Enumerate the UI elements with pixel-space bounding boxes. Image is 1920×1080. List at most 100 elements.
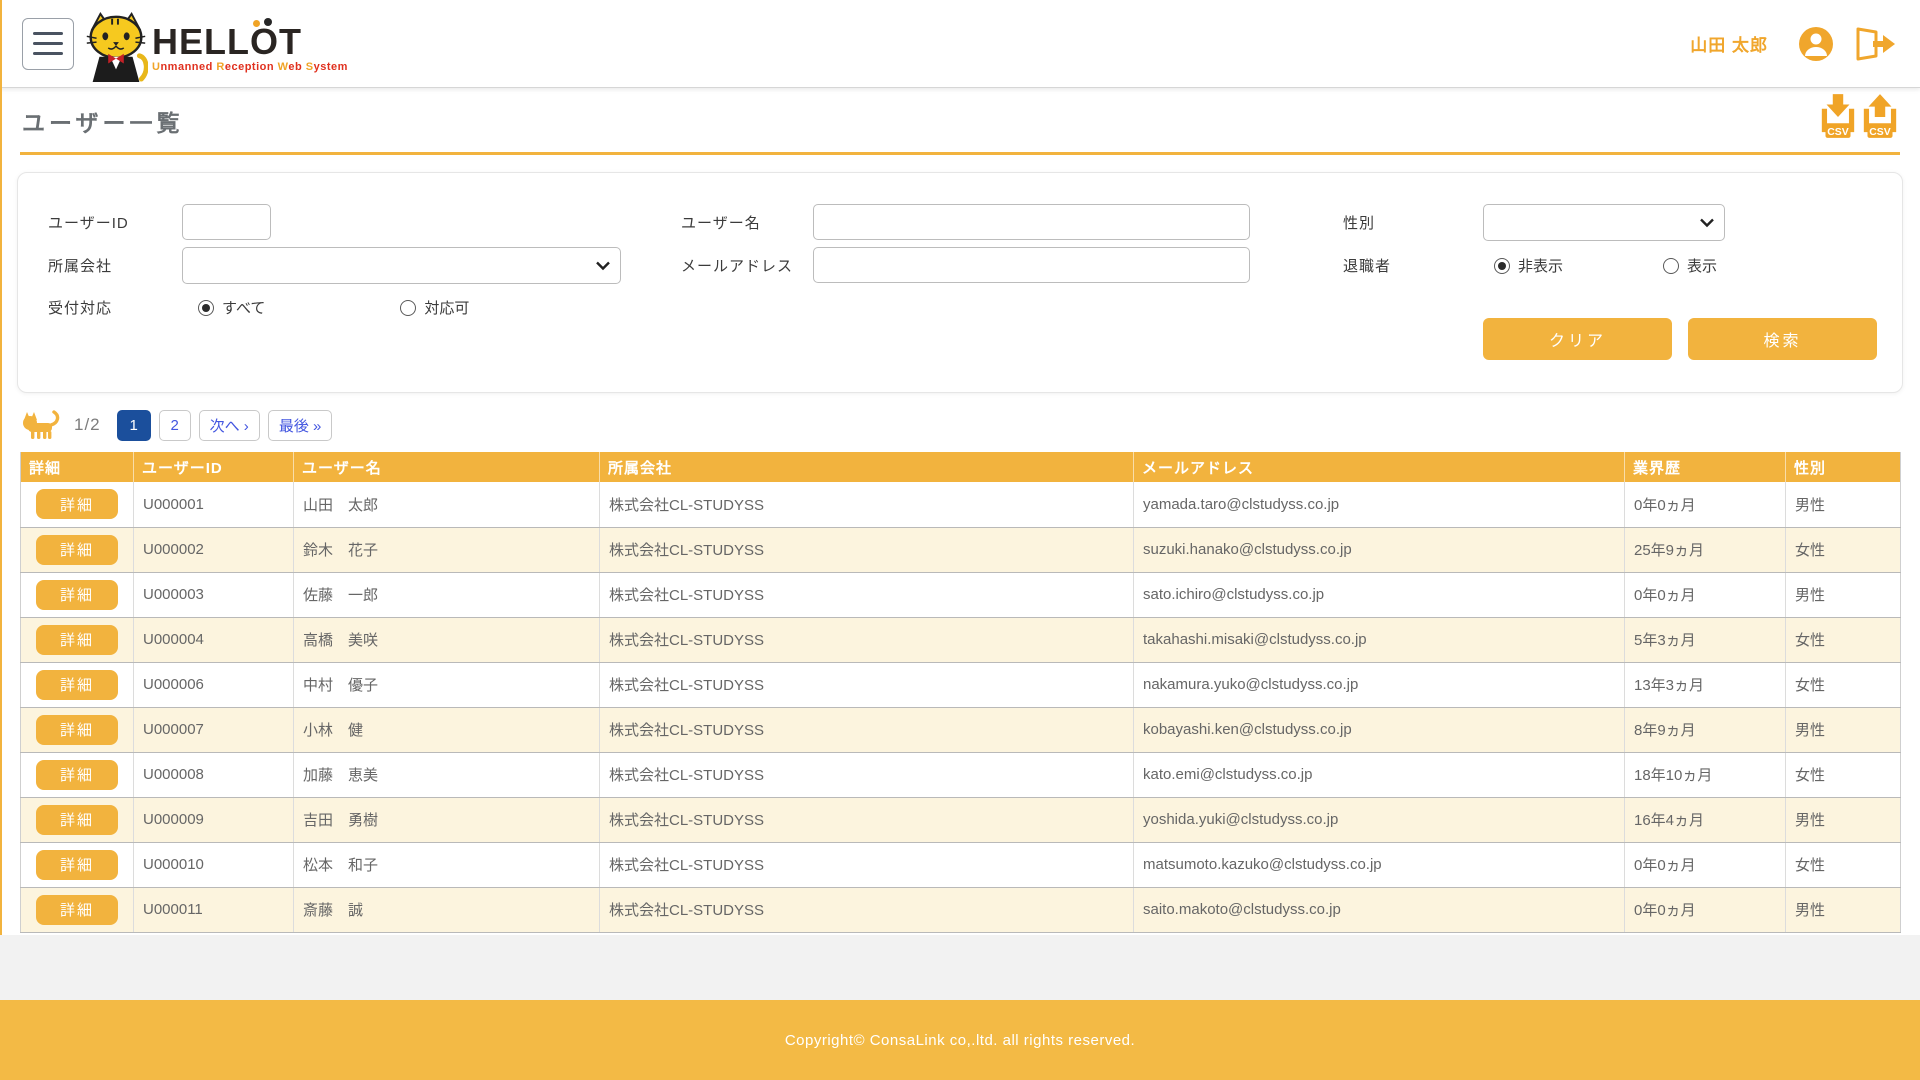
header-user-name: ユーザー名 xyxy=(294,452,600,482)
cell-user-id: U000011 xyxy=(134,887,294,932)
search-button[interactable]: 検索 xyxy=(1688,318,1877,360)
detail-button[interactable]: 詳細 xyxy=(36,895,118,925)
radio-icon xyxy=(1494,258,1510,274)
detail-button[interactable]: 詳細 xyxy=(36,580,118,610)
table-row: 詳細 U000002 鈴木 花子 株式会社CL-STUDYSS suzuki.h… xyxy=(21,527,1901,572)
cell-user-id: U000009 xyxy=(134,797,294,842)
cell-user-name: 加藤 恵美 xyxy=(294,752,600,797)
page-position: 1/2 xyxy=(74,415,101,435)
cat-icon xyxy=(20,410,62,440)
cell-experience: 25年9ヵ月 xyxy=(1625,527,1786,572)
cell-gender: 女性 xyxy=(1786,617,1901,662)
gender-select[interactable] xyxy=(1483,204,1725,241)
user-id-label: ユーザーID xyxy=(48,204,129,241)
cell-email: kato.emi@clstudyss.co.jp xyxy=(1134,752,1625,797)
cell-user-name: 佐藤 一郎 xyxy=(294,572,600,617)
reception-radio-available[interactable]: 対応可 xyxy=(400,297,469,318)
header-user-id: ユーザーID xyxy=(134,452,294,482)
retired-radio-hide[interactable]: 非表示 xyxy=(1494,255,1563,276)
cell-email: yamada.taro@clstudyss.co.jp xyxy=(1134,482,1625,527)
csv-upload-icon[interactable]: CSV xyxy=(1862,92,1898,145)
cell-gender: 女性 xyxy=(1786,752,1901,797)
table-row: 詳細 U000010 松本 和子 株式会社CL-STUDYSS matsumot… xyxy=(21,842,1901,887)
cell-gender: 男性 xyxy=(1786,707,1901,752)
retired-radio-show[interactable]: 表示 xyxy=(1663,255,1717,276)
search-filter-card: ユーザーID 所属会社 受付対応 すべて 対応可 ユーザー名 メールアドレス 性… xyxy=(17,172,1903,393)
table-row: 詳細 U000011 斎藤 誠 株式会社CL-STUDYSS saito.mak… xyxy=(21,887,1901,932)
retired-label: 退職者 xyxy=(1343,247,1391,284)
cell-user-name: 吉田 勇樹 xyxy=(294,797,600,842)
user-id-input[interactable] xyxy=(182,204,271,240)
detail-button[interactable]: 詳細 xyxy=(36,625,118,655)
reception-label: 受付対応 xyxy=(48,289,112,326)
last-page-button[interactable]: 最後 » xyxy=(268,410,333,441)
csv-download-icon[interactable]: CSV xyxy=(1820,92,1856,145)
brand-logo: HELLOT Unmanned Reception Web System xyxy=(84,5,348,83)
cell-experience: 0年0ヵ月 xyxy=(1625,572,1786,617)
gender-label: 性別 xyxy=(1343,204,1375,241)
bottom-gray-band xyxy=(0,935,1920,1000)
cell-gender: 男性 xyxy=(1786,572,1901,617)
cell-company: 株式会社CL-STUDYSS xyxy=(600,482,1134,527)
cell-email: saito.makoto@clstudyss.co.jp xyxy=(1134,887,1625,932)
left-accent-strip xyxy=(0,0,2,935)
header-company: 所属会社 xyxy=(600,452,1134,482)
person-icon[interactable] xyxy=(1798,26,1834,62)
cell-user-id: U000003 xyxy=(134,572,294,617)
table-row: 詳細 U000004 高橋 美咲 株式会社CL-STUDYSS takahash… xyxy=(21,617,1901,662)
cell-company: 株式会社CL-STUDYSS xyxy=(600,707,1134,752)
cell-user-name: 中村 優子 xyxy=(294,662,600,707)
brand-name: HELLOT xyxy=(152,25,348,59)
cell-gender: 男性 xyxy=(1786,887,1901,932)
cell-gender: 女性 xyxy=(1786,527,1901,572)
cell-user-id: U000001 xyxy=(134,482,294,527)
radio-icon xyxy=(1663,258,1679,274)
detail-button[interactable]: 詳細 xyxy=(36,535,118,565)
detail-button[interactable]: 詳細 xyxy=(36,805,118,835)
detail-button[interactable]: 詳細 xyxy=(36,670,118,700)
hamburger-icon[interactable] xyxy=(22,18,74,70)
header-email: メールアドレス xyxy=(1134,452,1625,482)
email-input[interactable] xyxy=(813,247,1250,283)
user-table: 詳細 ユーザーID ユーザー名 所属会社 メールアドレス 業界歴 性別 詳細 U… xyxy=(20,452,1901,933)
page-button-2[interactable]: 2 xyxy=(159,410,191,441)
cell-company: 株式会社CL-STUDYSS xyxy=(600,887,1134,932)
header-gender: 性別 xyxy=(1786,452,1901,482)
cell-experience: 8年9ヵ月 xyxy=(1625,707,1786,752)
retired-radio-group: 非表示 表示 xyxy=(1494,247,1717,284)
cell-user-id: U000007 xyxy=(134,707,294,752)
user-name-label: ユーザー名 xyxy=(681,204,761,241)
cat-logo xyxy=(84,11,148,83)
user-name-input[interactable] xyxy=(813,204,1250,240)
pagination: 1/2 1 2 次へ › 最後 » xyxy=(20,408,1920,442)
next-page-button[interactable]: 次へ › xyxy=(199,410,260,441)
cell-experience: 0年0ヵ月 xyxy=(1625,842,1786,887)
brand-tagline: Unmanned Reception Web System xyxy=(152,61,348,73)
cell-gender: 女性 xyxy=(1786,842,1901,887)
table-row: 詳細 U000003 佐藤 一郎 株式会社CL-STUDYSS sato.ich… xyxy=(21,572,1901,617)
cell-company: 株式会社CL-STUDYSS xyxy=(600,842,1134,887)
csv-download-label: CSV xyxy=(1827,127,1848,138)
company-select[interactable] xyxy=(182,247,621,284)
reception-radio-all[interactable]: すべて xyxy=(198,297,265,318)
cell-email: kobayashi.ken@clstudyss.co.jp xyxy=(1134,707,1625,752)
logout-door-icon[interactable] xyxy=(1852,26,1898,62)
cell-user-id: U000006 xyxy=(134,662,294,707)
cell-user-name: 斎藤 誠 xyxy=(294,887,600,932)
table-row: 詳細 U000009 吉田 勇樹 株式会社CL-STUDYSS yoshida.… xyxy=(21,797,1901,842)
clear-button[interactable]: クリア xyxy=(1483,318,1672,360)
table-row: 詳細 U000007 小林 健 株式会社CL-STUDYSS kobayashi… xyxy=(21,707,1901,752)
detail-button[interactable]: 詳細 xyxy=(36,760,118,790)
detail-button[interactable]: 詳細 xyxy=(36,489,118,519)
page-button-1[interactable]: 1 xyxy=(117,410,151,441)
copyright-text: Copyright© ConsaLink co,.ltd. all rights… xyxy=(785,1032,1135,1049)
detail-button[interactable]: 詳細 xyxy=(36,715,118,745)
table-header-row: 詳細 ユーザーID ユーザー名 所属会社 メールアドレス 業界歴 性別 xyxy=(21,452,1901,482)
detail-button[interactable]: 詳細 xyxy=(36,850,118,880)
cell-company: 株式会社CL-STUDYSS xyxy=(600,752,1134,797)
cell-user-name: 高橋 美咲 xyxy=(294,617,600,662)
cell-user-name: 松本 和子 xyxy=(294,842,600,887)
company-label: 所属会社 xyxy=(48,247,112,284)
cell-company: 株式会社CL-STUDYSS xyxy=(600,662,1134,707)
cell-experience: 13年3ヵ月 xyxy=(1625,662,1786,707)
